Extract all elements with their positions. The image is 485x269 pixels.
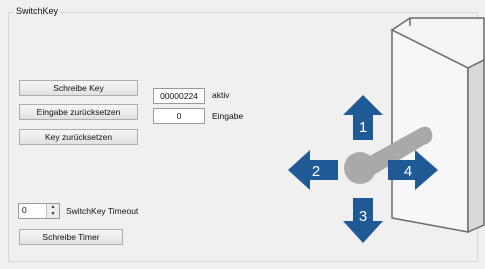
arrow-left-icon: 2: [288, 150, 338, 190]
key-direction-illustration: 1 2 3 4: [288, 17, 485, 243]
arrow-up-icon: 1: [343, 95, 383, 140]
arrow-right-label: 4: [404, 163, 412, 180]
arrow-down-icon: 3: [343, 198, 383, 243]
arrow-up-label: 1: [359, 119, 367, 136]
arrow-down-label: 3: [359, 208, 367, 225]
arrow-left-label: 2: [312, 163, 320, 180]
device-box-illustration: [390, 17, 485, 234]
